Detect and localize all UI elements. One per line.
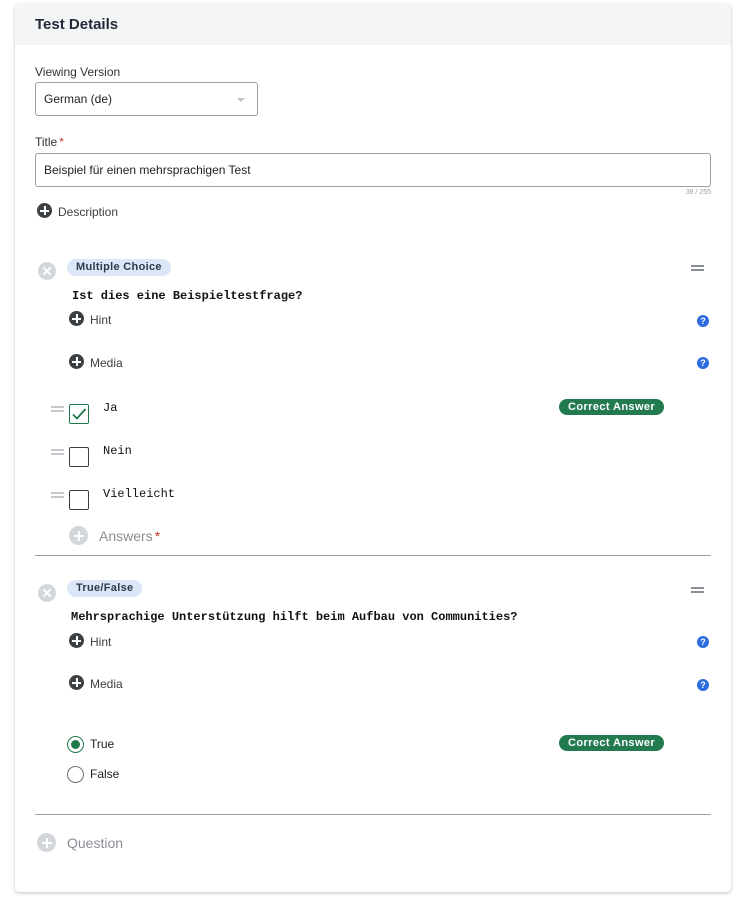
panel-title: Test Details — [35, 16, 119, 33]
media-label: Media — [90, 356, 123, 370]
plus-circle-icon — [69, 311, 84, 326]
title-label: Title * — [35, 135, 64, 149]
answers-label: Answers * — [99, 528, 160, 544]
answer-checkbox[interactable] — [69, 404, 89, 424]
plus-circle-icon — [69, 633, 84, 648]
drag-handle-icon[interactable] — [51, 449, 64, 455]
drag-handle-icon[interactable] — [51, 406, 64, 412]
remove-question-icon[interactable] — [38, 262, 56, 280]
question-text[interactable]: Ist dies eine Beispieltestfrage? — [72, 289, 302, 303]
hint-label: Hint — [90, 635, 112, 649]
false-radio[interactable] — [67, 766, 84, 783]
plus-circle-icon — [69, 526, 88, 545]
plus-circle-icon — [37, 203, 52, 218]
help-icon[interactable]: ? — [697, 679, 709, 691]
false-label[interactable]: False — [90, 767, 119, 781]
media-label: Media — [90, 677, 123, 691]
plus-circle-icon — [69, 354, 84, 369]
correct-answer-badge: Correct Answer — [559, 399, 665, 415]
answer-text[interactable]: Nein — [103, 444, 132, 458]
panel-header: Test Details — [15, 4, 731, 45]
title-character-counter: 38 / 255 — [685, 189, 711, 196]
true-label[interactable]: True — [90, 737, 114, 751]
answer-checkbox[interactable] — [69, 447, 89, 467]
help-icon[interactable]: ? — [697, 636, 709, 648]
question-label: Question — [67, 835, 124, 851]
question-type-badge: Multiple Choice — [67, 259, 171, 276]
viewing-version-select[interactable]: German (de) — [35, 82, 258, 116]
required-mark: * — [59, 135, 64, 149]
description-label: Description — [58, 205, 119, 219]
hint-label: Hint — [90, 313, 112, 327]
correct-answer-badge: Correct Answer — [559, 735, 665, 751]
title-label-text: Title — [35, 135, 58, 149]
true-radio[interactable] — [67, 736, 84, 753]
test-details-panel: Test Details Viewing Version German (de)… — [15, 4, 731, 892]
viewing-version-value: German (de) — [44, 92, 113, 106]
caret-down-icon — [237, 98, 245, 102]
answer-text[interactable]: Ja — [103, 401, 117, 415]
question-divider — [35, 555, 711, 556]
answer-checkbox[interactable] — [69, 490, 89, 510]
remove-question-icon[interactable] — [38, 584, 56, 602]
answer-text[interactable]: Vielleicht — [103, 487, 175, 501]
answers-label-text: Answers — [99, 528, 153, 544]
question-type-badge: True/False — [67, 580, 143, 597]
plus-circle-icon — [69, 675, 84, 690]
drag-handle-icon[interactable] — [691, 265, 704, 271]
required-mark: * — [154, 528, 161, 544]
question-divider — [35, 814, 711, 815]
drag-handle-icon[interactable] — [51, 492, 64, 498]
title-input[interactable] — [35, 153, 711, 187]
plus-circle-icon — [37, 833, 56, 852]
help-icon[interactable]: ? — [697, 357, 709, 369]
check-icon — [72, 408, 87, 420]
drag-handle-icon[interactable] — [691, 587, 704, 593]
question-text[interactable]: Mehrsprachige Unterstützung hilft beim A… — [71, 610, 517, 624]
viewing-version-label: Viewing Version — [35, 65, 121, 79]
help-icon[interactable]: ? — [697, 315, 709, 327]
